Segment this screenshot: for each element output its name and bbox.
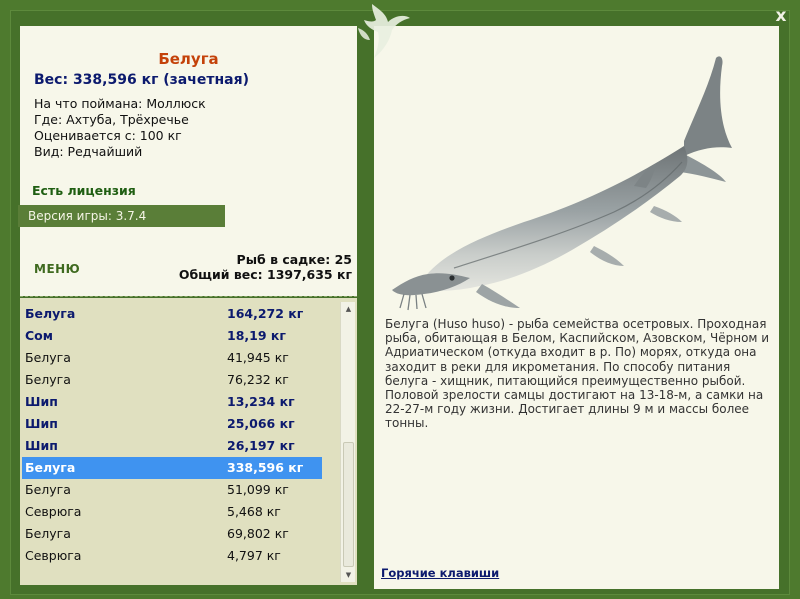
list-item[interactable]: Шип 25,066 кг	[22, 413, 322, 435]
list-item-fish-name: Белуга	[25, 372, 71, 387]
list-item-weight: 338,596 кг	[227, 460, 304, 475]
fish-weight: Вес: 338,596 кг (зачетная)	[34, 72, 249, 88]
rarity-info: Вид: Редчайший	[34, 144, 143, 159]
scroll-thumb[interactable]	[343, 442, 354, 567]
list-item-fish-name: Сом	[25, 328, 53, 343]
list-scrollbar[interactable]: ▲ ▼	[340, 302, 355, 582]
arrow-down-icon[interactable]: ▼	[341, 568, 356, 582]
list-item[interactable]: Севрюга 4,797 кг	[22, 545, 322, 567]
fish-count: Рыб в садке: 25	[236, 252, 352, 267]
list-item[interactable]: Белуга 76,232 кг	[22, 369, 322, 391]
list-item[interactable]: Белуга 69,802 кг	[22, 523, 322, 545]
list-item-weight: 164,272 кг	[227, 306, 304, 321]
location-info: Где: Ахтуба, Трёхречье	[34, 112, 189, 127]
license-status: Есть лицензия	[32, 183, 136, 198]
menu-button[interactable]: МЕНЮ	[34, 262, 80, 276]
fish-info-panel: Белуга Вес: 338,596 кг (зачетная) На что…	[18, 26, 357, 296]
fish-detail-panel: Белуга (Huso huso) - рыба семейства осет…	[374, 26, 779, 589]
arrow-up-icon[interactable]: ▲	[341, 302, 356, 316]
list-item-fish-name: Белуга	[25, 306, 76, 321]
list-item[interactable]: Шип 26,197 кг	[22, 435, 322, 457]
list-item[interactable]: Шип 13,234 кг	[22, 391, 322, 413]
list-item[interactable]: Сом 18,19 кг	[22, 325, 322, 347]
list-item[interactable]: Севрюга 5,468 кг	[22, 501, 322, 523]
list-item-weight: 25,066 кг	[227, 416, 295, 431]
list-item-weight: 51,099 кг	[227, 482, 289, 497]
bait-info: На что поймана: Моллюск	[34, 96, 206, 111]
fish-logo-icon	[358, 4, 410, 58]
list-item-fish-name: Белуга	[25, 526, 71, 541]
list-item-fish-name: Белуга	[25, 482, 71, 497]
list-item[interactable]: Белуга 164,272 кг	[22, 303, 322, 325]
list-item-fish-name: Севрюга	[25, 504, 82, 519]
divider	[20, 296, 357, 297]
fish-name: Белуга	[158, 50, 219, 68]
keepnet-stats: Рыб в садке: 25 Общий вес: 1397,635 кг	[179, 252, 352, 282]
list-item-weight: 4,797 кг	[227, 548, 281, 563]
list-item-fish-name: Шип	[25, 394, 58, 409]
total-weight: Общий вес: 1397,635 кг	[178, 267, 352, 282]
catch-list: Белуга 164,272 кг Сом 18,19 кг Белуга 41,945 …	[22, 303, 322, 567]
list-item-weight: 13,234 кг	[227, 394, 295, 409]
close-button[interactable]: x	[772, 7, 790, 25]
version-label: Версия игры: 3.7.4	[18, 205, 225, 227]
list-item-weight: 41,945 кг	[227, 350, 289, 365]
list-item-weight: 18,19 кг	[227, 328, 286, 343]
list-item[interactable]: Белуга 41,945 кг	[22, 347, 322, 369]
list-item[interactable]: Белуга 338,596 кг	[22, 457, 322, 479]
min-weight-info: Оценивается с: 100 кг	[34, 128, 182, 143]
list-item-weight: 76,232 кг	[227, 372, 289, 387]
list-item[interactable]: Белуга 51,099 кг	[22, 479, 322, 501]
list-item-weight: 5,468 кг	[227, 504, 281, 519]
list-item-fish-name: Белуга	[25, 460, 76, 475]
hotkeys-link[interactable]: Горячие клавиши	[381, 566, 499, 580]
close-icon: x	[775, 6, 787, 26]
list-item-weight: 69,802 кг	[227, 526, 289, 541]
sturgeon-image	[392, 56, 732, 311]
fish-description: Белуга (Huso huso) - рыба семейства осет…	[385, 317, 770, 431]
list-item-fish-name: Шип	[25, 416, 58, 431]
list-item-fish-name: Шип	[25, 438, 58, 453]
list-item-fish-name: Севрюга	[25, 548, 82, 563]
catch-list-panel: Белуга 164,272 кг Сом 18,19 кг Белуга 41,945 …	[20, 298, 357, 585]
list-item-fish-name: Белуга	[25, 350, 71, 365]
list-item-weight: 26,197 кг	[227, 438, 295, 453]
